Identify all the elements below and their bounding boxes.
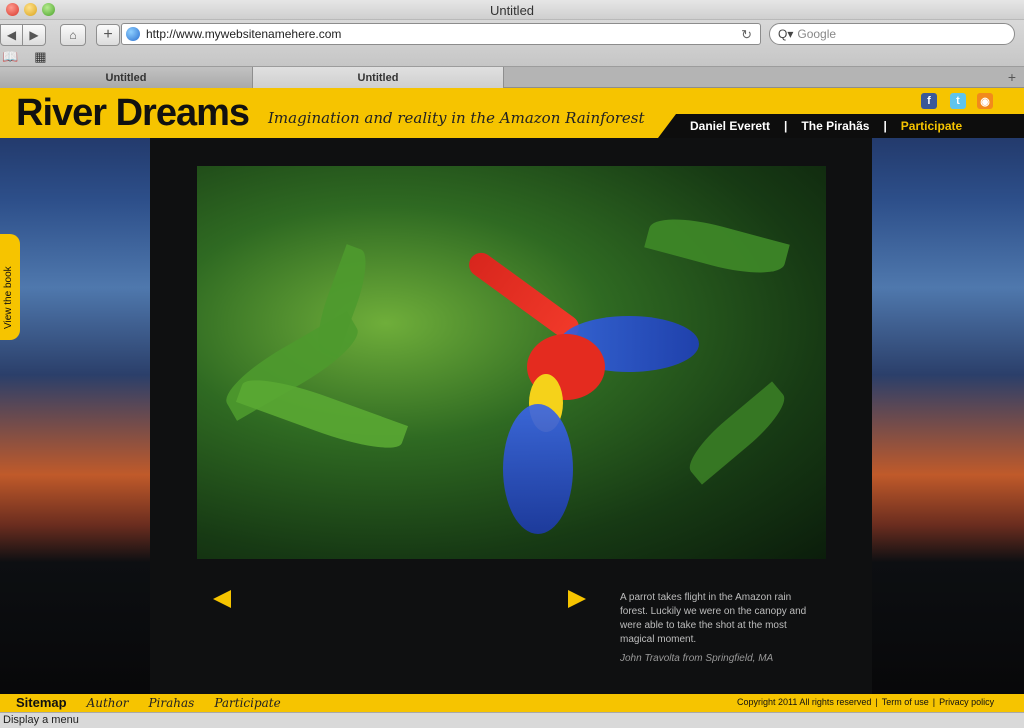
leaf-shape: [680, 381, 794, 485]
footer-link-pirahas[interactable]: Pirahas: [148, 696, 194, 710]
nav-separator: |: [784, 119, 788, 133]
home-icon: ⌂: [69, 28, 77, 42]
site-header: River Dreams Imagination and reality in …: [0, 88, 1024, 138]
nav-separator: |: [883, 119, 887, 133]
footer-link-participate[interactable]: Participate: [214, 696, 280, 710]
nav-the-pirahas[interactable]: The Pirahãs: [801, 119, 869, 133]
gallery-panel: A parrot takes flight in the Amazon rain…: [150, 138, 872, 694]
nav-daniel-everett[interactable]: Daniel Everett: [690, 119, 770, 133]
parrot-photo: [197, 166, 826, 559]
forward-arrow-icon: ▶: [29, 28, 39, 42]
plus-icon: +: [103, 26, 113, 43]
footer-link-author[interactable]: Author: [87, 696, 129, 710]
leaf-shape: [309, 244, 375, 358]
status-bar: Display a menu: [0, 712, 1024, 728]
privacy-link[interactable]: Privacy policy: [939, 697, 994, 707]
reload-icon[interactable]: ↻: [741, 27, 752, 43]
site-logo[interactable]: River Dreams: [16, 92, 250, 135]
add-bookmark-button[interactable]: +: [96, 24, 120, 46]
home-button[interactable]: ⌂: [60, 24, 86, 46]
parrot-wing: [503, 404, 573, 534]
web-page: River Dreams Imagination and reality in …: [0, 88, 1024, 712]
site-tagline: Imagination and reality in the Amazon Ra…: [268, 109, 645, 127]
leaf-shape: [644, 208, 790, 284]
url-text: http://www.mywebsitenamehere.com: [146, 27, 342, 41]
window-titlebar: Untitled: [0, 0, 1024, 20]
footer-separator: |: [875, 697, 878, 707]
back-arrow-icon: ◀: [6, 28, 17, 42]
photo-caption: A parrot takes flight in the Amazon rain…: [620, 592, 807, 645]
parrot-tail: [464, 248, 584, 344]
footer-legal: Copyright 2011 All rights reserved | Ter…: [737, 697, 994, 707]
window-title: Untitled: [489, 3, 535, 18]
next-arrow-icon[interactable]: [568, 590, 586, 608]
terms-link[interactable]: Term of use: [882, 697, 929, 707]
forward-button[interactable]: ▶: [22, 24, 46, 46]
search-input[interactable]: Q▾ Google: [769, 23, 1015, 45]
browser-toolbar: ◀ ▶ ⌂ + http://www.mywebsitenamehere.com…: [0, 20, 1024, 66]
nav-participate[interactable]: Participate: [901, 119, 962, 133]
back-button[interactable]: ◀: [0, 24, 23, 46]
bookmarks-bar: 📖 ▦: [2, 49, 46, 65]
footer-sitemap[interactable]: Sitemap: [16, 695, 67, 710]
top-sites-grid-icon[interactable]: ▦: [34, 49, 46, 65]
previous-arrow-icon[interactable]: [213, 590, 231, 608]
tab-untitled-1[interactable]: Untitled: [0, 67, 252, 88]
site-footer: Sitemap Author Pirahas Participate Copyr…: [0, 694, 1024, 712]
twitter-icon[interactable]: t: [950, 93, 966, 109]
photo-credit: John Travolta from Springfield, MA: [620, 653, 774, 664]
search-placeholder: Google: [797, 27, 837, 41]
facebook-icon[interactable]: f: [921, 93, 937, 109]
new-tab-icon[interactable]: +: [1008, 69, 1016, 85]
leaf-shape: [235, 368, 409, 460]
footer-separator: |: [932, 697, 936, 707]
main-nav: Daniel Everett | The Pirahãs | Participa…: [690, 119, 962, 133]
tab-bar: Untitled Untitled +: [0, 66, 1024, 88]
address-bar[interactable]: http://www.mywebsitenamehere.com ↻: [121, 23, 761, 45]
view-the-book-tab[interactable]: View the book: [0, 234, 20, 340]
footer-links: Sitemap Author Pirahas Participate: [16, 695, 281, 710]
tab-untitled-2[interactable]: Untitled: [252, 67, 504, 88]
rss-icon[interactable]: ◉: [977, 93, 993, 109]
search-icon: Q▾: [778, 27, 794, 41]
globe-icon: [126, 27, 140, 41]
view-the-book-label: View the book: [3, 266, 14, 329]
bookmarks-book-icon[interactable]: 📖: [2, 49, 18, 65]
copyright-text: Copyright 2011 All rights reserved: [737, 697, 872, 707]
